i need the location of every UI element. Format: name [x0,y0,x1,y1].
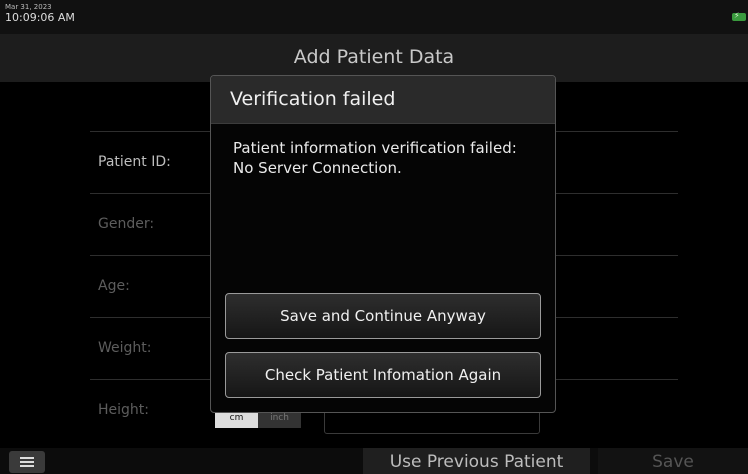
status-date: Mar 31, 2023 [5,3,52,11]
screen: Mar 31, 2023 10:09:06 AM ⚡ Add Patient D… [0,0,748,474]
age-label: Age: [98,278,130,294]
verification-failed-dialog: Verification failed Patient information … [210,75,556,413]
weight-label: Weight: [98,340,152,356]
page-title: Add Patient Data [293,46,455,68]
dialog-title: Verification failed [230,88,396,110]
gender-label: Gender: [98,216,155,232]
hamburger-menu-icon [20,457,34,467]
save-button[interactable]: Save [598,448,748,474]
dialog-message: Patient information verification failed:… [233,139,517,177]
bottom-bar: Use Previous Patient Save [0,448,748,474]
status-time: 10:09:06 AM [5,11,75,24]
check-patient-information-again-button[interactable]: Check Patient Infomation Again [225,352,541,398]
battery-charging-icon: ⚡ [732,11,746,21]
menu-button[interactable] [9,451,45,473]
use-previous-patient-button[interactable]: Use Previous Patient [363,448,590,474]
height-label: Height: [98,402,149,418]
dialog-header: Verification failed [211,76,555,124]
patient-id-label: Patient ID: [98,154,171,170]
save-and-continue-button[interactable]: Save and Continue Anyway [225,293,541,339]
status-bar: Mar 31, 2023 10:09:06 AM ⚡ [0,0,748,34]
